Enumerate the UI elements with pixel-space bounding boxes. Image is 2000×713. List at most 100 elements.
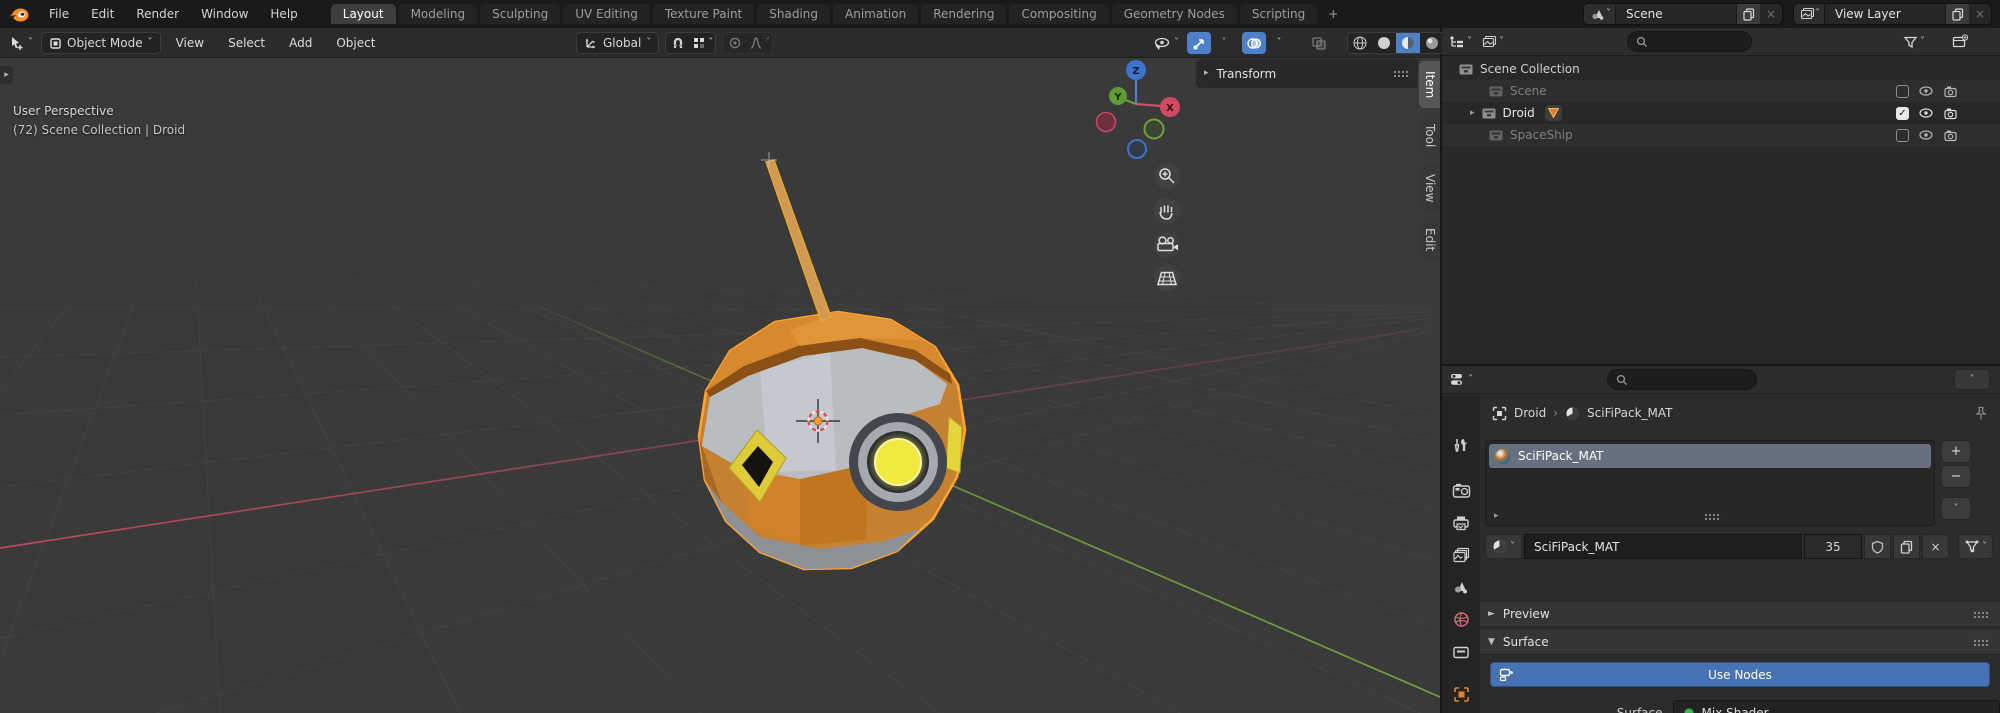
use-nodes-button[interactable]: Use Nodes	[1490, 662, 1990, 687]
menu-add[interactable]: Add	[280, 28, 321, 58]
shading-material-button[interactable]	[1396, 33, 1420, 53]
pan-hand-button[interactable]	[1154, 198, 1180, 224]
workspace-tab-texture-paint[interactable]: Texture Paint	[653, 4, 754, 24]
sidebar-tab-edit[interactable]: Edit	[1419, 218, 1440, 261]
surface-panel-header[interactable]: ▼ Surface	[1480, 630, 2000, 655]
workspace-tab-shading[interactable]: Shading	[757, 4, 830, 24]
new-collection-button[interactable]	[1948, 31, 1972, 53]
slot-specials-dropdown[interactable]: ˅	[1941, 497, 1971, 520]
workspace-tab-rendering[interactable]: Rendering	[921, 4, 1006, 24]
scene-name[interactable]: Scene	[1616, 7, 1736, 21]
show-overlays-toggle[interactable]	[1242, 32, 1266, 54]
gizmo-axis-z[interactable]: Z	[1126, 60, 1146, 80]
menu-help[interactable]: Help	[259, 0, 308, 28]
tab-tool[interactable]	[1445, 430, 1477, 460]
workspace-tab-modeling[interactable]: Modeling	[399, 4, 478, 24]
unlink-material-button[interactable]: ×	[1922, 534, 1949, 559]
gizmo-axis-neg-x[interactable]	[1097, 113, 1116, 132]
view-layer-icon[interactable]: ˅	[1794, 4, 1825, 24]
workspace-tab-layout[interactable]: Layout	[331, 4, 396, 24]
add-slot-button[interactable]: +	[1941, 440, 1971, 463]
editor-type-dropdown[interactable]: ˅	[1447, 369, 1475, 391]
disable-render-camera-icon[interactable]	[1943, 129, 1958, 142]
workspace-tab-compositing[interactable]: Compositing	[1009, 4, 1108, 24]
visibility-dropdown[interactable]: ˅	[1150, 32, 1181, 54]
list-resize-grip[interactable]	[1704, 513, 1721, 520]
viewport-canvas[interactable]: Z Y X	[0, 58, 1440, 713]
snap-toggle[interactable]	[666, 33, 690, 53]
outliner-row-spaceship[interactable]: SpaceShip	[1442, 124, 2000, 146]
tab-object[interactable]	[1445, 679, 1477, 709]
exclude-checkbox[interactable]	[1896, 85, 1909, 98]
shading-wireframe-button[interactable]	[1348, 33, 1372, 53]
active-tool-dropdown[interactable]: ˅	[6, 32, 35, 54]
material-name-field[interactable]: SciFiPack_MAT	[1524, 534, 1802, 559]
new-material-button[interactable]	[1893, 534, 1920, 559]
gizmo-axis-neg-z[interactable]	[1128, 140, 1146, 158]
hide-eye-icon[interactable]	[1918, 129, 1934, 141]
zoom-button[interactable]	[1154, 163, 1180, 189]
menu-edit[interactable]: Edit	[80, 0, 125, 28]
breadcrumb-material[interactable]: SciFiPack_MAT	[1587, 406, 1672, 420]
hide-eye-icon[interactable]	[1918, 85, 1934, 97]
sidebar-tab-tool[interactable]: Tool	[1419, 114, 1440, 157]
sidebar-tab-item[interactable]: Item	[1419, 61, 1440, 108]
browse-material-dropdown[interactable]: ˅	[1485, 534, 1522, 559]
editor-type-dropdown[interactable]: ˅	[1447, 31, 1474, 53]
disable-render-camera-icon[interactable]	[1943, 107, 1958, 120]
menu-object[interactable]: Object	[327, 28, 384, 58]
view-layer-name[interactable]: View Layer	[1825, 7, 1945, 21]
outliner-row-scene[interactable]: Scene	[1442, 80, 2000, 102]
proportional-editing-toggle[interactable]	[723, 33, 747, 53]
transform-orientation-dropdown[interactable]: Global ˅	[576, 32, 659, 54]
shading-solid-button[interactable]	[1372, 33, 1396, 53]
material-filter-dropdown[interactable]: ˅	[1958, 534, 1993, 559]
properties-options-dropdown[interactable]: ˅	[1954, 369, 1990, 390]
remove-slot-button[interactable]: −	[1941, 465, 1971, 488]
exclude-checkbox[interactable]: ✓	[1896, 107, 1909, 120]
outliner-display-mode-dropdown[interactable]: ˅	[1480, 31, 1506, 53]
transform-panel-header[interactable]: ▸ Transform	[1196, 59, 1418, 88]
outliner-row-scene-collection[interactable]: Scene Collection	[1442, 58, 2000, 80]
menu-window[interactable]: Window	[190, 0, 259, 28]
perspective-toggle-button[interactable]	[1154, 265, 1180, 291]
tab-output[interactable]	[1445, 508, 1477, 538]
shading-rendered-button[interactable]	[1420, 33, 1444, 53]
new-view-layer-button[interactable]	[1945, 4, 1969, 24]
workspace-tab-uv-editing[interactable]: UV Editing	[563, 4, 650, 24]
workspace-tab-animation[interactable]: Animation	[833, 4, 918, 24]
sidebar-tab-view[interactable]: View	[1419, 164, 1440, 212]
blender-logo-icon[interactable]	[8, 3, 30, 25]
outliner-row-droid[interactable]: ▸ Droid ✓	[1442, 102, 2000, 124]
tab-scene[interactable]	[1445, 572, 1477, 602]
gizmo-axis-x[interactable]: X	[1160, 97, 1180, 117]
preview-panel-header[interactable]: ► Preview	[1480, 602, 2000, 627]
gizmo-axis-y[interactable]: Y	[1109, 87, 1127, 105]
slot-expand-arrow[interactable]: ▸	[1494, 511, 1499, 521]
remove-view-layer-button[interactable]: ×	[1969, 4, 1991, 24]
panel-drag-grip[interactable]	[1393, 70, 1410, 77]
material-users-count[interactable]: 35	[1804, 534, 1862, 559]
snap-settings-dropdown[interactable]: ˅	[690, 33, 715, 53]
menu-select[interactable]: Select	[219, 28, 274, 58]
mode-dropdown[interactable]: Object Mode ˅	[41, 32, 161, 54]
proportional-falloff-dropdown[interactable]: ˅	[747, 33, 772, 53]
gizmo-axis-neg-y[interactable]	[1145, 120, 1164, 139]
tab-collection[interactable]	[1445, 637, 1477, 667]
toolbar-expand-arrow[interactable]: ▸	[0, 66, 13, 84]
fake-user-button[interactable]	[1864, 534, 1891, 559]
menu-view[interactable]: View	[167, 28, 213, 58]
panel-drag-grip[interactable]	[1973, 611, 1990, 618]
surface-shader-field[interactable]: Mix Shader	[1673, 700, 2000, 713]
workspace-tab-scripting[interactable]: Scripting	[1240, 4, 1317, 24]
breadcrumb-object[interactable]: Droid	[1514, 406, 1546, 420]
outliner-filter-dropdown[interactable]: ˅	[1901, 31, 1927, 53]
tab-view-layer[interactable]	[1445, 540, 1477, 570]
material-slot-selected[interactable]: SciFiPack_MAT	[1489, 444, 1931, 468]
properties-search-input[interactable]	[1607, 369, 1757, 390]
gizmo-settings-dropdown[interactable]: ˅	[1212, 32, 1236, 54]
unlink-scene-button[interactable]: ×	[1760, 4, 1782, 24]
show-gizmo-toggle[interactable]	[1187, 32, 1211, 54]
disable-render-camera-icon[interactable]	[1943, 85, 1958, 98]
menu-render[interactable]: Render	[125, 0, 190, 28]
